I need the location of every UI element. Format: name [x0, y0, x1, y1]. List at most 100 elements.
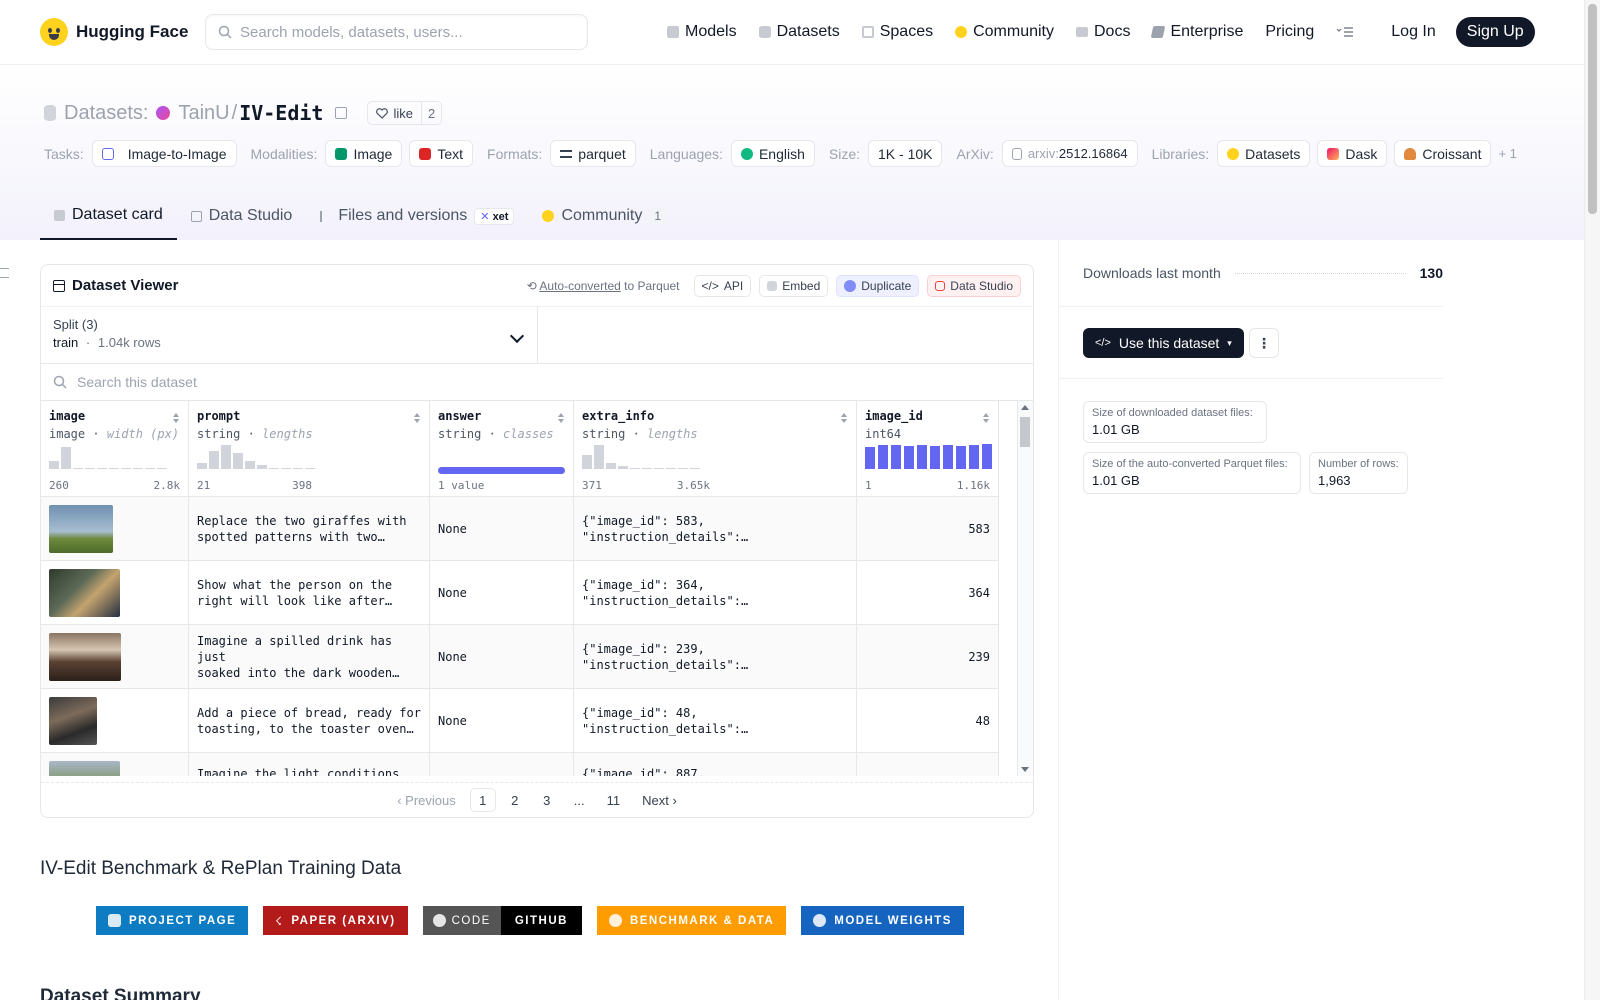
image-id-cell[interactable]: 48 — [857, 689, 999, 753]
prompt-cell[interactable]: Imagine the light conditions — [189, 753, 430, 776]
org-name[interactable]: TainU — [178, 102, 229, 125]
tag-task[interactable]: Image-to-Image — [91, 140, 237, 167]
split-select[interactable]: Split (3) train · 1.04k rows — [41, 307, 538, 363]
sort-icon[interactable] — [414, 413, 421, 423]
badge-code-github[interactable]: CODE GITHUB — [422, 906, 582, 935]
thumbnail-image[interactable] — [49, 697, 97, 745]
badge-paper-arxiv[interactable]: ☇ PAPER (ARXIV) — [263, 906, 408, 935]
table-scrollbar-thumb[interactable] — [1020, 417, 1030, 447]
page-3-button[interactable]: 3 — [534, 788, 560, 812]
nav-models[interactable]: Models — [656, 14, 748, 50]
auto-converted-link[interactable]: Auto-converted — [539, 279, 620, 293]
table-row[interactable]: Imagine the light conditions {"image_id"… — [41, 753, 999, 776]
like-button[interactable]: like 2 — [367, 101, 443, 125]
signup-button[interactable]: Sign Up — [1455, 17, 1535, 47]
column-header-image-id[interactable]: image_id int64 1 1.16k — [857, 401, 999, 497]
extra-info-cell[interactable]: {"image_id": 583, "instruction_details":… — [574, 497, 857, 561]
image-id-cell[interactable]: 583 — [857, 497, 999, 561]
page-11-button[interactable]: 11 — [599, 788, 629, 812]
more-libraries[interactable]: + 1 — [1498, 146, 1516, 161]
image-cell[interactable] — [41, 625, 189, 689]
image-cell[interactable] — [41, 689, 189, 753]
section-label[interactable]: Datasets: — [64, 102, 148, 125]
extra-info-cell[interactable]: {"image_id": 364, "instruction_details":… — [574, 561, 857, 625]
table-row[interactable]: Add a piece of bread, ready for toasting,… — [41, 689, 999, 753]
repo-name[interactable]: IV-Edit — [239, 101, 323, 125]
tab-dataset-card[interactable]: Dataset card — [40, 192, 177, 240]
image-id-cell[interactable]: 364 — [857, 561, 999, 625]
page-2-button[interactable]: 2 — [502, 788, 528, 812]
answer-cell[interactable]: None — [430, 561, 574, 625]
table-row[interactable]: Imagine a spilled drink has just soaked i… — [41, 625, 999, 689]
thumbnail-image[interactable] — [49, 569, 120, 617]
image-cell[interactable] — [41, 561, 189, 625]
answer-cell[interactable]: None — [430, 497, 574, 561]
prompt-cell[interactable]: Imagine a spilled drink has just soaked i… — [189, 625, 430, 689]
brand-logo[interactable]: Hugging Face — [40, 18, 205, 46]
tag-arxiv[interactable]: arxiv:2512.16864 — [1001, 140, 1138, 167]
nav-docs[interactable]: Docs — [1065, 14, 1141, 50]
badge-model-weights[interactable]: MODEL WEIGHTS — [801, 906, 964, 935]
tag-lib-croissant[interactable]: Croissant — [1394, 140, 1492, 167]
nav-spaces[interactable]: Spaces — [851, 14, 944, 50]
extra-info-cell[interactable]: {"image_id": 887, — [574, 753, 857, 776]
toc-toggle-icon[interactable] — [0, 268, 9, 278]
image-cell[interactable] — [41, 497, 189, 561]
prompt-cell[interactable]: Add a piece of bread, ready for toasting,… — [189, 689, 430, 753]
tag-modality-text[interactable]: Text — [409, 140, 474, 167]
column-header-image[interactable]: image image · width (px) 260 2.8k — [41, 401, 189, 497]
page-scrollbar-thumb[interactable] — [1588, 4, 1597, 214]
api-button[interactable]: </> API — [693, 274, 752, 297]
image-id-cell[interactable]: 239 — [857, 625, 999, 689]
more-options-button[interactable]: ⋮ — [1249, 328, 1279, 358]
tag-format[interactable]: parquet — [550, 140, 636, 167]
column-header-prompt[interactable]: prompt string · lengths 21 398 — [189, 401, 430, 497]
extra-info-cell[interactable]: {"image_id": 48, "instruction_details":… — [574, 689, 857, 753]
thumbnail-image[interactable] — [49, 633, 121, 681]
tag-size[interactable]: 1K - 10K — [868, 140, 943, 167]
badge-project-page[interactable]: PROJECT PAGE — [96, 906, 249, 935]
extra-info-cell[interactable]: {"image_id": 239, "instruction_details":… — [574, 625, 857, 689]
duplicate-button[interactable]: Duplicate — [836, 274, 920, 297]
scroll-up-icon[interactable] — [1021, 405, 1029, 410]
use-this-dataset-button[interactable]: </> Use this dataset ▾ — [1083, 328, 1244, 358]
page-1-button[interactable]: 1 — [469, 788, 496, 812]
data-studio-button[interactable]: Data Studio — [927, 274, 1021, 297]
sort-icon[interactable] — [558, 413, 565, 423]
sort-icon[interactable] — [173, 413, 180, 423]
badge-benchmark-data[interactable]: BENCHMARK & DATA — [596, 906, 787, 935]
tab-files[interactable]: Files and versions ✕ xet — [306, 192, 528, 240]
page-scrollbar[interactable] — [1584, 0, 1600, 1000]
tab-community[interactable]: Community 1 — [528, 192, 680, 240]
copy-icon[interactable] — [335, 107, 348, 119]
table-scrollbar[interactable] — [1017, 401, 1033, 776]
tag-lib-dask[interactable]: Dask — [1317, 140, 1388, 167]
table-row[interactable]: Show what the person on the right will lo… — [41, 561, 999, 625]
table-row[interactable]: Replace the two giraffes with spotted pat… — [41, 497, 999, 561]
next-page-button[interactable]: Next › — [634, 788, 685, 812]
answer-cell[interactable] — [430, 753, 574, 776]
sort-icon[interactable] — [983, 413, 990, 423]
nav-datasets[interactable]: Datasets — [748, 14, 851, 50]
nav-pricing[interactable]: Pricing — [1254, 14, 1325, 50]
dataset-search-input[interactable]: Search this dataset — [41, 364, 1033, 401]
nav-community[interactable]: Community — [944, 14, 1065, 50]
scroll-down-icon[interactable] — [1021, 767, 1029, 772]
login-link[interactable]: Log In — [1383, 23, 1443, 41]
column-header-answer[interactable]: answer string · classes 1 value — [430, 401, 574, 497]
embed-button[interactable]: Embed — [759, 274, 829, 297]
column-header-extra-info[interactable]: extra_info string · lengths 371 3.65k — [574, 401, 857, 497]
thumbnail-image[interactable] — [49, 761, 120, 776]
nav-enterprise[interactable]: Enterprise — [1141, 14, 1254, 50]
answer-cell[interactable]: None — [430, 625, 574, 689]
prompt-cell[interactable]: Replace the two giraffes with spotted pat… — [189, 497, 430, 561]
prompt-cell[interactable]: Show what the person on the right will lo… — [189, 561, 430, 625]
nav-more-menu[interactable] — [1325, 14, 1365, 50]
answer-cell[interactable]: None — [430, 689, 574, 753]
image-id-cell[interactable] — [857, 753, 999, 776]
previous-page-button[interactable]: ‹ Previous — [389, 788, 464, 812]
tag-language[interactable]: English — [730, 140, 815, 167]
image-cell[interactable] — [41, 753, 189, 776]
tab-data-studio[interactable]: Data Studio — [177, 192, 307, 240]
sort-icon[interactable] — [841, 413, 848, 423]
